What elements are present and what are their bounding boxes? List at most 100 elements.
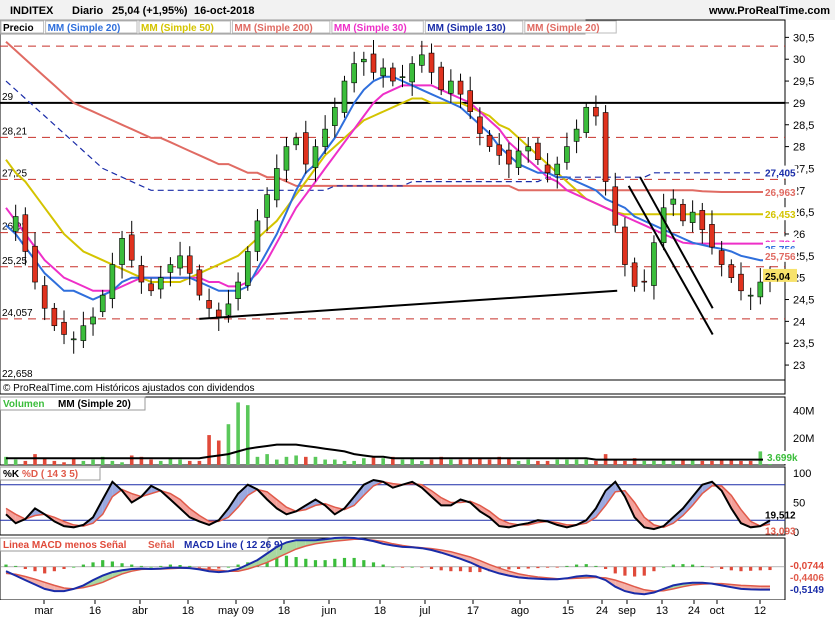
volume-bar <box>652 460 656 465</box>
candle-up <box>244 251 251 286</box>
candle-down <box>593 106 599 117</box>
y-tick-label: 23 <box>793 360 805 372</box>
volume-bar <box>284 456 289 465</box>
volume-bar <box>323 459 327 465</box>
candle-down <box>302 132 309 165</box>
macd-hist-bar <box>710 566 714 568</box>
candle-down <box>612 186 619 226</box>
chart-header: INDITEX Diario 25,04 (+1,95%) 16-oct-201… <box>0 0 835 20</box>
value-label: 26,963 <box>765 188 796 199</box>
candle-up <box>351 63 357 84</box>
volume-bar <box>42 458 47 465</box>
candle-down <box>41 285 48 309</box>
candle-down <box>22 214 29 252</box>
price-legend: Precio MM (Simple 20) MM (Simple 50) MM (Si… <box>0 19 617 35</box>
volume-bar <box>449 459 453 465</box>
candle-up <box>583 106 590 133</box>
value-label: 26,453 <box>765 210 796 221</box>
volume-bar <box>71 458 76 465</box>
macd-hist-bar <box>526 566 530 569</box>
stoch-d-value: 13,093 <box>765 526 796 537</box>
volume-bar <box>303 456 308 465</box>
macd-hist-bar <box>458 566 463 572</box>
left-level-label: 24,057 <box>2 308 33 319</box>
macd-hist-bar <box>507 566 511 570</box>
macd-hist-bar <box>439 566 443 571</box>
legend-item: MM (Simple 50) <box>141 23 214 34</box>
candle-up <box>12 216 19 232</box>
volume-bar <box>565 459 569 465</box>
macd-hist-bar <box>449 566 453 572</box>
macd-hist-bar <box>633 566 637 577</box>
macd-hist-bar <box>333 558 337 567</box>
macd-hist-bar <box>381 564 385 567</box>
macd-legend-hist: Linea MACD menos Señal <box>3 540 127 551</box>
candle-up <box>157 277 164 290</box>
macd-hist-bar <box>662 566 666 568</box>
legend-item: MM (Simple 200) <box>234 23 312 34</box>
macd-hist-bar <box>739 566 743 572</box>
candle-down <box>699 210 706 230</box>
candle-up <box>254 220 261 252</box>
x-tick-label: 15 <box>562 605 574 617</box>
macd-signal-value: -0,4406 <box>790 573 824 584</box>
volume-bar <box>274 459 279 465</box>
volume-tick-label: 20M <box>793 433 814 445</box>
volume-bar <box>13 459 18 465</box>
x-tick-label: may 09 <box>218 605 254 617</box>
macd-hist-bar <box>565 565 569 567</box>
stock-chart[interactable]: INDITEX Diario 25,04 (+1,95%) 16-oct-201… <box>0 0 835 620</box>
candle-up <box>419 54 425 66</box>
candle-down <box>128 234 135 261</box>
candle-down <box>477 116 483 134</box>
macd-hist-bar <box>429 566 434 569</box>
volume-bar <box>120 462 124 465</box>
volume-bar <box>333 459 337 465</box>
macd-hist-bar <box>62 566 66 569</box>
macd-hist-bar <box>623 566 627 576</box>
macd-hist-bar <box>139 565 143 567</box>
volume-bar <box>245 405 250 465</box>
candle-up <box>380 67 386 77</box>
candle-up <box>409 63 415 83</box>
candle-up <box>235 281 241 299</box>
x-tick-label: mar <box>35 605 54 617</box>
candle-down <box>602 112 609 182</box>
volume-bar <box>168 458 173 465</box>
x-tick-label: 17 <box>467 605 479 617</box>
volume-bar <box>429 459 434 465</box>
volume-bar <box>362 458 366 465</box>
x-tick-label: 24 <box>688 605 700 617</box>
y-tick-label: 23,5 <box>793 338 814 350</box>
macd-hist-bar <box>391 566 395 568</box>
y-tick-label: 29,5 <box>793 76 814 88</box>
y-tick-label: 30,5 <box>793 32 814 44</box>
legend-item: MM (Simple 20) <box>527 23 600 34</box>
macd-hist-bar <box>371 562 376 567</box>
candle-up <box>573 128 580 142</box>
candle-up <box>264 194 270 218</box>
macd-hist-bar <box>72 566 76 568</box>
candle-up <box>332 106 338 126</box>
volume-bar <box>700 460 705 465</box>
x-tick-label: abr <box>132 605 148 617</box>
stoch-tick-label: 100 <box>793 468 811 480</box>
macd-hist-bar <box>758 566 762 571</box>
candle-down <box>148 283 154 292</box>
stoch-k-value: 19,512 <box>765 511 796 522</box>
macd-hist-bar <box>168 564 173 567</box>
candle-down <box>718 250 725 265</box>
macd-hist-bar <box>52 566 56 572</box>
candle-down <box>506 149 512 165</box>
stoch-legend-d: %D ( 14 3 5) <box>22 469 78 480</box>
ticker-name: INDITEX <box>10 5 54 17</box>
volume-bar <box>158 460 163 465</box>
volume-bar <box>23 460 28 465</box>
volume-bar <box>574 459 579 465</box>
candle-down <box>390 67 396 82</box>
candle-down <box>206 300 212 309</box>
volume-legend-ma: MM (Simple 20) <box>58 399 131 410</box>
volume-bar <box>110 460 115 465</box>
macd-hist-bar <box>720 566 724 569</box>
volume-bar <box>758 451 763 465</box>
